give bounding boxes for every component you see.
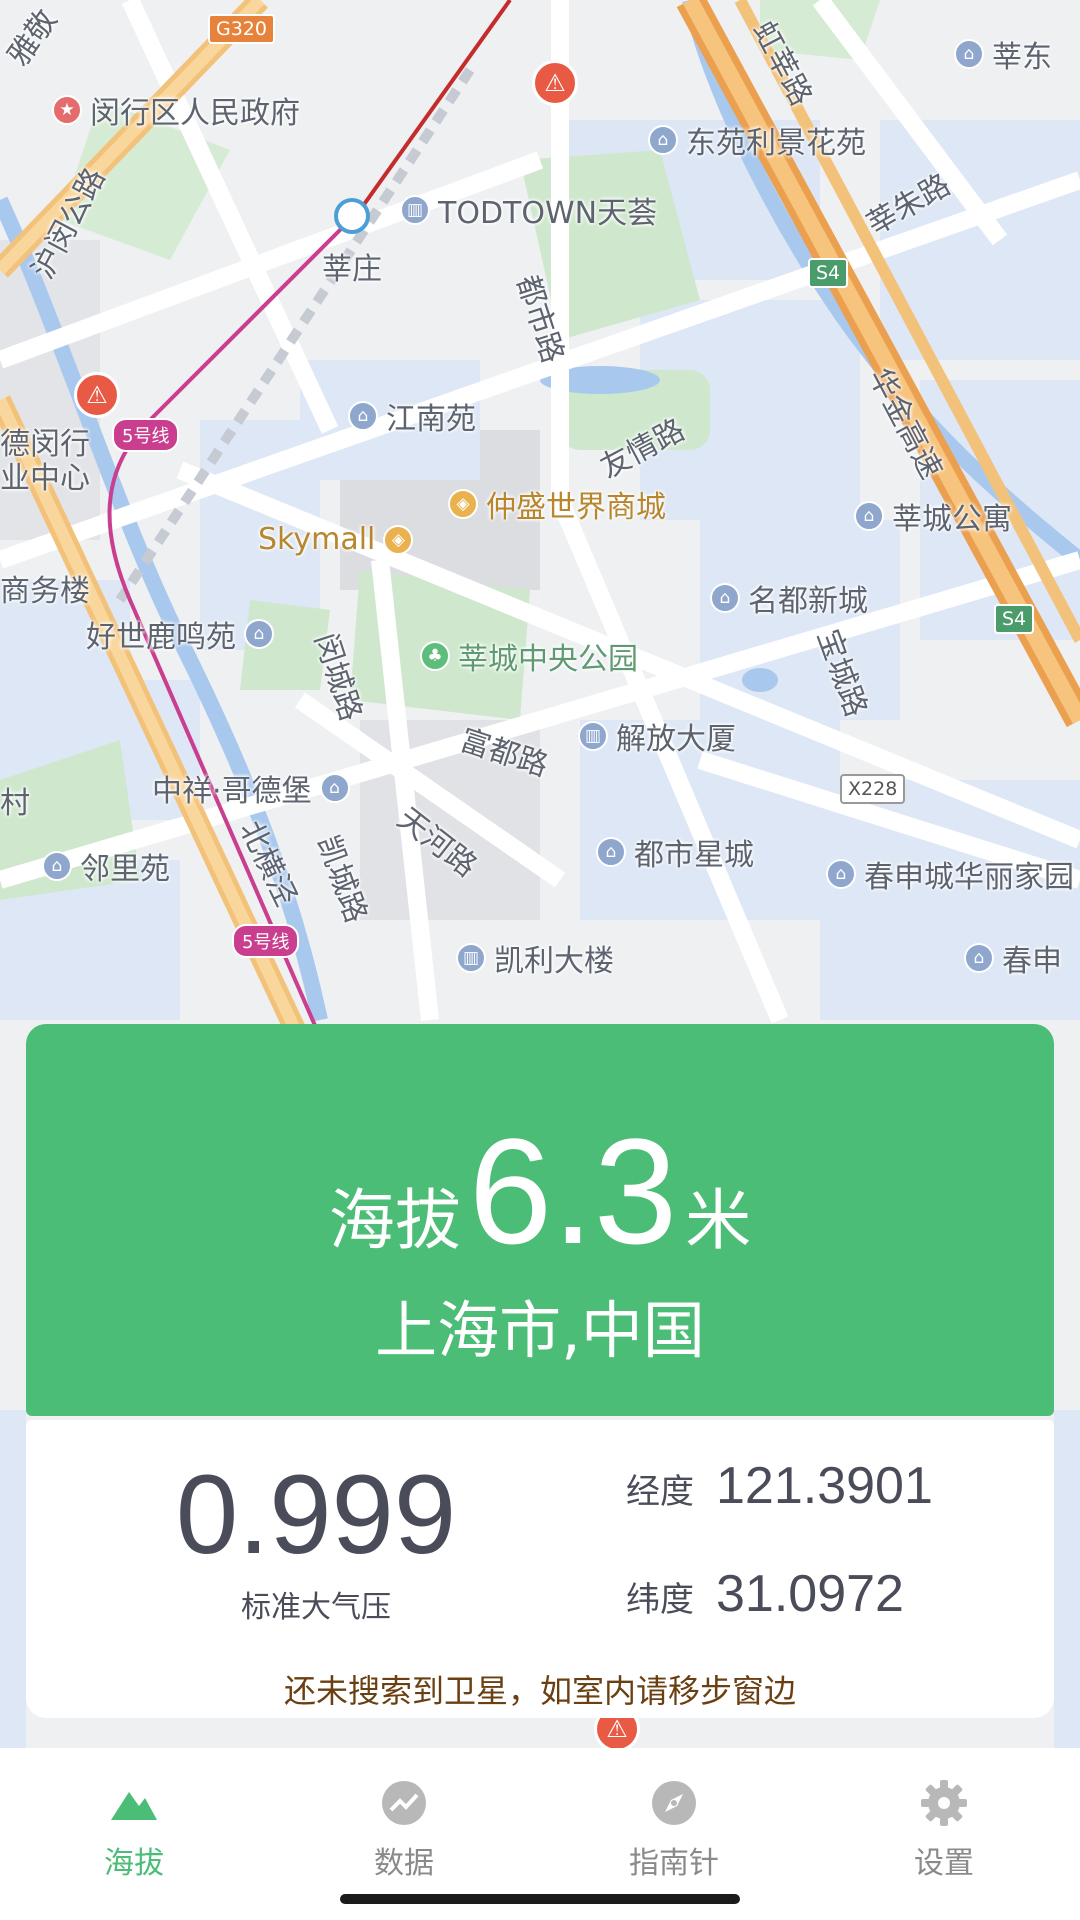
latitude-label: 纬度 xyxy=(626,1580,694,1620)
chart-trend-icon xyxy=(382,1781,426,1825)
map-poi-chunshen-2[interactable]: ⌂ 春申 xyxy=(964,936,1062,980)
longitude-row: 经度 121.3901 xyxy=(626,1456,933,1516)
altitude-label: 海拔 xyxy=(328,1182,461,1259)
pressure-label: 标准大气压 xyxy=(241,1590,391,1625)
x228-shield: X228 xyxy=(840,774,906,804)
tab-altitude[interactable]: 海拔 xyxy=(34,1748,234,1888)
map-poi-todtown[interactable]: ▥ TODTOWN天荟 xyxy=(400,188,657,232)
metro-line-5-badge: 5号线 xyxy=(112,418,180,452)
s4-shield: S4 xyxy=(808,258,849,288)
home-pin-icon: ⌂ xyxy=(826,859,856,889)
map-poi-kaili[interactable]: ▥ 凯利大楼 xyxy=(456,936,614,980)
location-text: 上海市,中国 xyxy=(375,1294,705,1367)
shopping-pin-icon: ◈ xyxy=(383,524,414,555)
tab-compass[interactable]: 指南针 xyxy=(574,1748,774,1888)
construction-icon[interactable]: ⚠ xyxy=(74,372,120,418)
gps-status-note: 还未搜索到卫星，如室内请移步窗边 xyxy=(283,1672,796,1710)
park-pin-icon: ♣ xyxy=(420,641,450,671)
home-pin-icon: ⌂ xyxy=(244,619,274,649)
home-pin-icon: ⌂ xyxy=(348,401,378,431)
building-pin-icon: ▥ xyxy=(578,721,608,751)
metro-line-5-badge: 5号线 xyxy=(232,924,300,958)
home-pin-icon: ⌂ xyxy=(596,837,626,867)
building-pin-icon: ▥ xyxy=(456,943,486,973)
map-poi-zhongsheng[interactable]: ◈ 仲盛世界商城 xyxy=(448,482,666,526)
mountain-icon xyxy=(111,1792,157,1820)
gear-icon xyxy=(921,1780,967,1826)
home-pin-icon: ⌂ xyxy=(854,501,884,531)
building-pin-icon: ▥ xyxy=(400,195,430,225)
altitude-unit: 米 xyxy=(685,1182,752,1259)
map-poi-skymall[interactable]: Skymall ◈ xyxy=(258,522,414,557)
home-pin-icon: ⌂ xyxy=(319,773,350,803)
tab-settings-label: 设置 xyxy=(914,1846,974,1881)
s4-shield: S4 xyxy=(994,604,1035,634)
info-card: 0.999 标准大气压 经度 121.3901 纬度 31.0972 还未搜索到… xyxy=(26,1420,1054,1718)
map-poi-xincheng-apt[interactable]: ⌂ 莘城公寓 xyxy=(854,494,1012,538)
map-poi-jiefang[interactable]: ▥ 解放大厦 xyxy=(578,714,736,758)
map-label-village: 村 xyxy=(0,786,30,821)
map-poi-chunshen[interactable]: ⌂ 春申城华丽家园 xyxy=(826,852,1074,896)
tab-altitude-label: 海拔 xyxy=(104,1846,164,1881)
tab-compass-label: 指南针 xyxy=(629,1846,719,1881)
map-label-business: 商务楼 xyxy=(0,574,90,609)
map-poi-jiangnan[interactable]: ⌂ 江南苑 xyxy=(348,394,476,438)
map-poi-linliyuan[interactable]: ⌂ 邻里苑 xyxy=(42,844,170,888)
map-poi-xindong[interactable]: ⌂ 莘东 xyxy=(954,32,1052,76)
pressure-value: 0.999 xyxy=(175,1452,457,1577)
tab-data-label: 数据 xyxy=(374,1846,434,1881)
home-indicator[interactable] xyxy=(340,1894,740,1904)
home-pin-icon: ⌂ xyxy=(964,943,994,973)
home-pin-icon: ⌂ xyxy=(42,851,72,881)
longitude-value: 121.3901 xyxy=(716,1457,933,1515)
altitude-row: 海拔 6.3 米 xyxy=(26,1116,1054,1266)
shopping-pin-icon: ◈ xyxy=(448,489,478,519)
map-poi-dushi-xing[interactable]: ⌂ 都市星城 xyxy=(596,830,754,874)
altitude-card: 海拔 6.3 米 上海市,中国 xyxy=(26,1024,1054,1416)
map-poi-zhongxiang[interactable]: 中祥·哥德堡 ⌂ xyxy=(152,766,350,810)
map-poi-minhang-gov[interactable]: ★ 闵行区人民政府 xyxy=(52,88,300,132)
altitude-value: 6.3 xyxy=(468,1107,678,1275)
construction-icon[interactable]: ⚠ xyxy=(532,60,578,106)
g320-shield: G320 xyxy=(208,14,275,44)
home-pin-icon: ⌂ xyxy=(954,39,984,69)
map-poi-dongyuan[interactable]: ⌂ 东苑利景花苑 xyxy=(648,118,866,162)
map-poi-xincheng-park[interactable]: ♣ 莘城中央公园 xyxy=(420,634,638,678)
map-poi-mingdu[interactable]: ⌂ 名都新城 xyxy=(710,576,868,620)
tab-settings[interactable]: 设置 xyxy=(844,1748,1044,1888)
star-pin-icon: ★ xyxy=(52,95,82,125)
map-label-minxing-center: 德闵行 业中心 xyxy=(0,427,90,496)
compass-icon xyxy=(652,1781,696,1825)
tab-data[interactable]: 数据 xyxy=(304,1748,504,1888)
home-pin-icon: ⌂ xyxy=(710,583,740,613)
longitude-label: 经度 xyxy=(626,1472,694,1512)
map-poi-haoshi[interactable]: 好世鹿鸣苑 ⌂ xyxy=(86,612,274,656)
latitude-value: 31.0972 xyxy=(716,1565,904,1623)
metro-station-icon[interactable] xyxy=(334,198,370,234)
home-pin-icon: ⌂ xyxy=(648,125,678,155)
map-label-xinzhuang: 莘庄 xyxy=(322,252,382,287)
latitude-row: 纬度 31.0972 xyxy=(626,1564,904,1624)
